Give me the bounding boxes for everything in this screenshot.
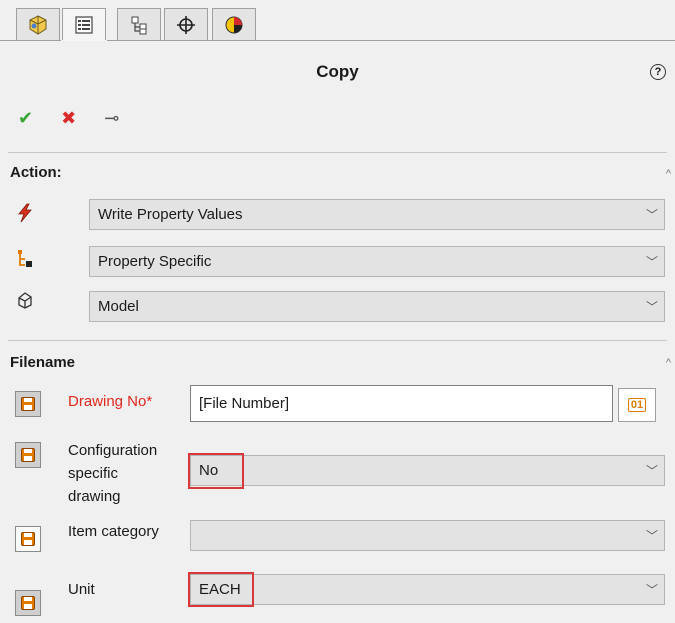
floppy-disk-icon xyxy=(21,532,35,546)
dimxpert-icon xyxy=(177,15,195,34)
model-icon xyxy=(14,289,36,311)
config-specific-label: Configuration specific drawing xyxy=(68,442,158,505)
panel-tab-strip xyxy=(0,0,675,41)
panel-title: Copy xyxy=(316,62,359,81)
header-divider xyxy=(8,152,667,153)
property-scope-dropdown[interactable]: Property Specific ﹀ xyxy=(89,246,665,277)
source-dropdown[interactable]: Model ﹀ xyxy=(89,291,665,322)
chevron-down-icon: ﹀ xyxy=(645,583,658,597)
config-specific-value: No xyxy=(199,462,219,479)
drawing-no-label: Drawing No* xyxy=(68,393,153,410)
item-category-label: Item category xyxy=(68,523,159,540)
drawing-no-input[interactable]: [File Number] xyxy=(190,385,613,422)
property-tree-icon xyxy=(14,247,36,269)
highlight-box xyxy=(188,572,254,607)
numbering-button[interactable]: 01 xyxy=(618,388,656,422)
source-value: Model xyxy=(98,298,139,315)
unit-save-button[interactable] xyxy=(15,590,41,616)
action-collapse-icon[interactable]: ^ xyxy=(666,168,671,180)
lightning-icon xyxy=(14,202,36,224)
feature-tree-icon xyxy=(29,14,47,35)
cancel-x-icon[interactable]: ✖ xyxy=(61,109,76,127)
tab-dimxpert-manager[interactable] xyxy=(164,8,208,40)
floppy-disk-icon xyxy=(21,448,35,462)
action-group-title: Action: xyxy=(10,164,62,181)
pushpin-icon[interactable]: ⊸ xyxy=(104,109,119,127)
chevron-down-icon: ﹀ xyxy=(645,529,658,543)
unit-label: Unit xyxy=(68,581,95,598)
action-divider xyxy=(8,340,667,341)
tab-feature-tree[interactable] xyxy=(16,8,60,40)
unit-dropdown[interactable]: EACH ﹀ xyxy=(190,574,665,605)
property-manager-icon xyxy=(75,16,93,34)
item-category-dropdown[interactable]: ﹀ xyxy=(190,520,665,551)
filename-collapse-icon[interactable]: ^ xyxy=(666,357,671,369)
configuration-manager-icon xyxy=(131,16,147,34)
chevron-down-icon: ﹀ xyxy=(645,464,658,478)
highlight-box xyxy=(188,453,244,489)
help-icon[interactable]: ? xyxy=(650,64,666,80)
floppy-disk-icon xyxy=(21,397,35,411)
confirm-toolbar: ✔ ✖ ⊸ xyxy=(18,108,119,128)
tab-property-manager[interactable] xyxy=(62,8,106,41)
config-specific-dropdown[interactable]: No ﹀ xyxy=(190,455,665,486)
tab-configuration-manager[interactable] xyxy=(117,8,161,40)
numbering-icon: 01 xyxy=(627,398,647,412)
config-specific-save-button[interactable] xyxy=(15,442,41,468)
chevron-down-icon: ﹀ xyxy=(645,300,658,314)
floppy-disk-icon xyxy=(21,596,35,610)
tab-display-manager[interactable] xyxy=(212,8,256,40)
action-type-dropdown[interactable]: Write Property Values ﹀ xyxy=(89,199,665,230)
display-manager-icon xyxy=(225,16,243,33)
chevron-down-icon: ﹀ xyxy=(645,208,658,222)
drawing-no-value: [File Number] xyxy=(199,395,290,412)
item-category-save-button[interactable] xyxy=(15,526,41,552)
filename-group-title: Filename xyxy=(10,354,76,371)
action-type-value: Write Property Values xyxy=(98,206,243,223)
property-scope-value: Property Specific xyxy=(98,253,212,270)
chevron-down-icon: ﹀ xyxy=(645,255,658,269)
ok-check-icon[interactable]: ✔ xyxy=(18,109,33,127)
unit-value: EACH xyxy=(199,581,241,598)
drawing-no-save-button[interactable] xyxy=(15,391,41,417)
